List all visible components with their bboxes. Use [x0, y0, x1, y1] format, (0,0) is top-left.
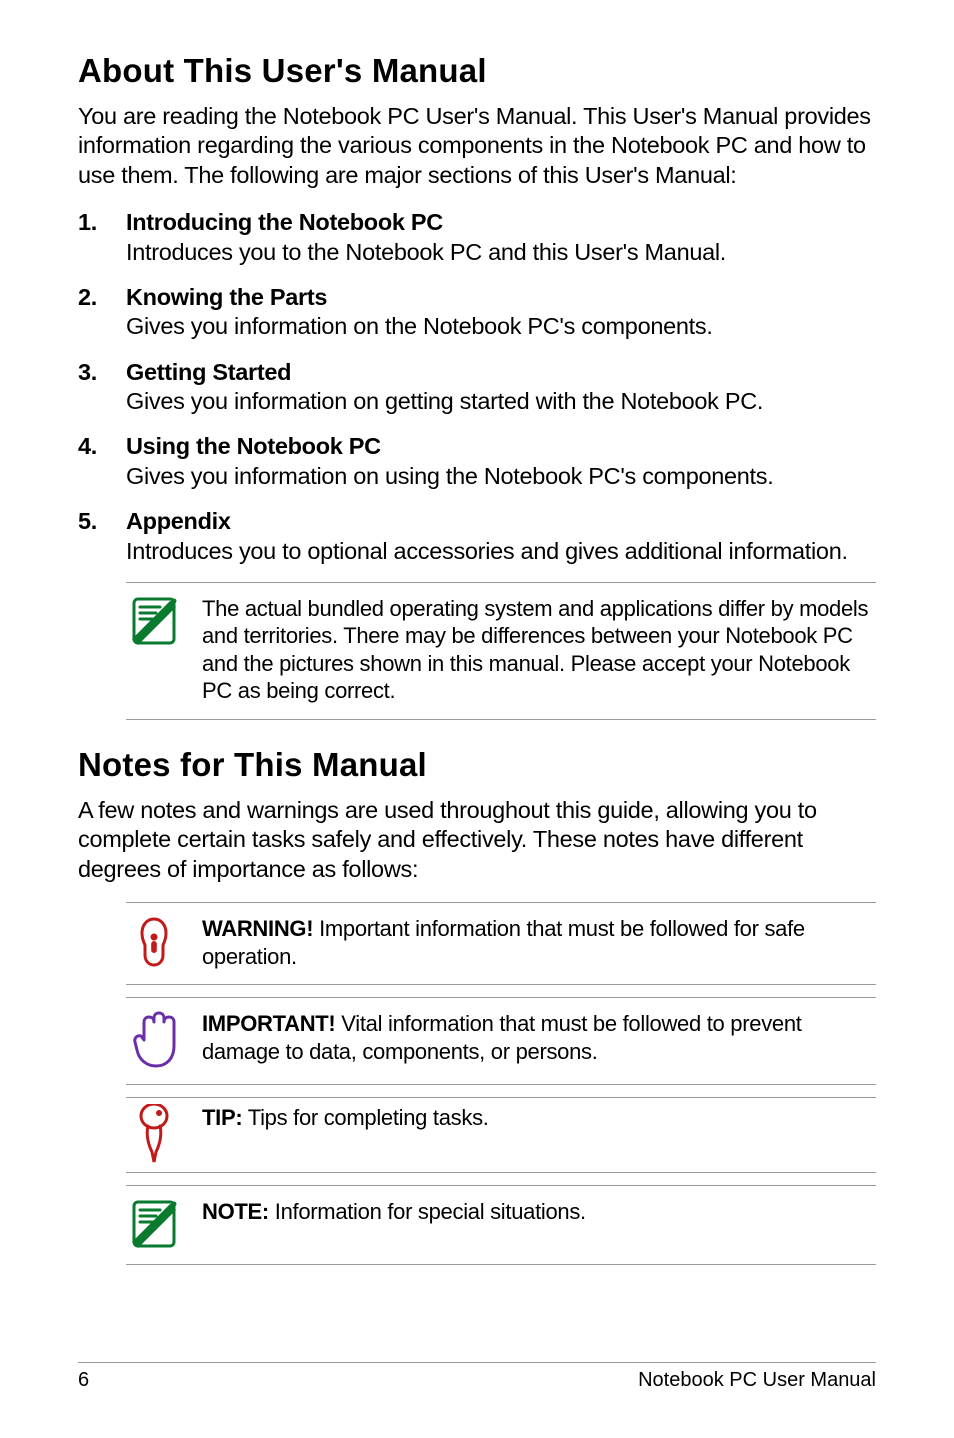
note-document-icon [126, 1198, 182, 1250]
section-title: Knowing the Parts [126, 283, 876, 312]
callout-note-top: The actual bundled operating system and … [126, 582, 876, 720]
callout-warning: WARNING! Important information that must… [126, 902, 876, 985]
note-document-icon [126, 595, 182, 647]
section-item: Getting Started Gives you information on… [78, 358, 876, 417]
callout-note-text: The actual bundled operating system and … [202, 595, 876, 705]
section-title: Appendix [126, 507, 876, 536]
section-title: Getting Started [126, 358, 876, 387]
heading-notes: Notes for This Manual [78, 746, 876, 784]
page-footer: 6 Notebook PC User Manual [78, 1362, 876, 1392]
tip-body: Tips for completing tasks. [242, 1105, 488, 1130]
important-hand-icon [126, 1010, 182, 1070]
section-body: Introduces you to the Notebook PC and th… [126, 238, 876, 267]
footer-label: Notebook PC User Manual [638, 1369, 876, 1392]
warning-label: WARNING! [202, 916, 313, 941]
note-body: Information for special situations. [269, 1199, 586, 1224]
section-item: Introducing the Notebook PC Introduces y… [78, 208, 876, 267]
tip-label: TIP: [202, 1105, 242, 1130]
callout-note-bottom-text: NOTE: Information for special situations… [202, 1198, 586, 1226]
section-body: Gives you information on using the Noteb… [126, 462, 876, 491]
important-label: IMPORTANT! [202, 1011, 335, 1036]
section-item: Knowing the Parts Gives you information … [78, 283, 876, 342]
callout-tip: TIP: Tips for completing tasks. [126, 1097, 876, 1173]
heading-about: About This User's Manual [78, 52, 876, 90]
callout-important-text: IMPORTANT! Vital information that must b… [202, 1010, 876, 1065]
section-item: Appendix Introduces you to optional acce… [78, 507, 876, 566]
page-number: 6 [78, 1369, 89, 1392]
tip-pin-icon [126, 1104, 182, 1166]
section-body: Gives you information on the Notebook PC… [126, 312, 876, 341]
callout-important: IMPORTANT! Vital information that must b… [126, 997, 876, 1085]
warning-hand-icon [126, 915, 182, 969]
callout-tip-text: TIP: Tips for completing tasks. [202, 1104, 489, 1132]
callout-note-bottom: NOTE: Information for special situations… [126, 1185, 876, 1265]
section-body: Introduces you to optional accessories a… [126, 537, 876, 566]
intro-paragraph-1: You are reading the Notebook PC User's M… [78, 102, 876, 190]
intro-paragraph-2: A few notes and warnings are used throug… [78, 796, 876, 884]
section-title: Introducing the Notebook PC [126, 208, 876, 237]
callout-warning-text: WARNING! Important information that must… [202, 915, 876, 970]
note-label: NOTE: [202, 1199, 269, 1224]
section-body: Gives you information on getting started… [126, 387, 876, 416]
section-list: Introducing the Notebook PC Introduces y… [78, 208, 876, 566]
section-item: Using the Notebook PC Gives you informat… [78, 432, 876, 491]
section-title: Using the Notebook PC [126, 432, 876, 461]
